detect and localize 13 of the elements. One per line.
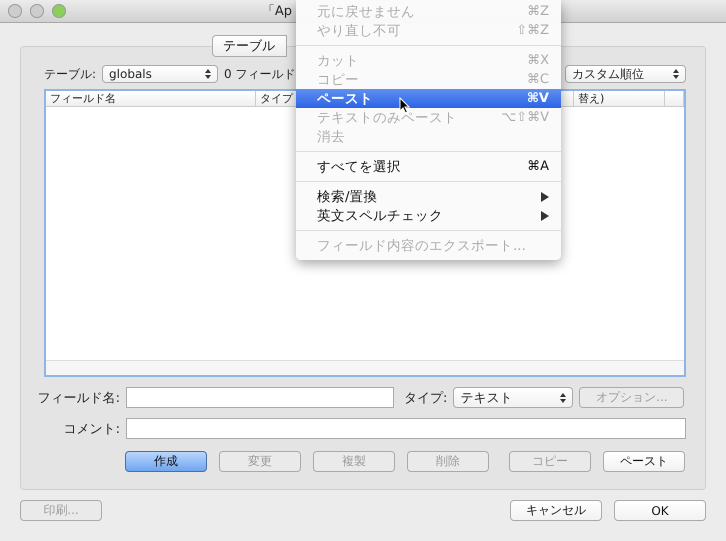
shortcut-label: ⌘V [526, 91, 549, 106]
shortcut-label: ⌘X [527, 53, 549, 68]
shortcut-label: ⇧⌘Z [516, 23, 549, 38]
field-name-label: フィールド名: [36, 390, 120, 406]
window-title: 「Ap [262, 3, 292, 20]
table-label: テーブル: [44, 66, 96, 82]
shortcut-label: ⌘A [527, 159, 549, 174]
comment-label: コメント: [62, 420, 120, 438]
field-count: 0 フィールド [224, 66, 296, 82]
type-label: タイプ: [404, 390, 448, 406]
shortcut-label: ⌘Z [527, 4, 549, 19]
shortcut-label: ⌥⇧⌘V [501, 110, 549, 125]
shortcut-label: ⌘C [526, 72, 549, 87]
